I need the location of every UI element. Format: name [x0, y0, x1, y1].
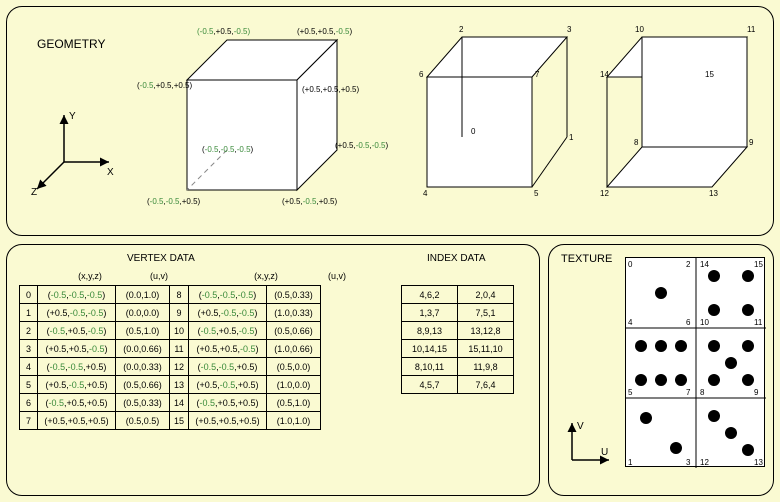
mid-v5: 5: [534, 189, 538, 198]
r-v15: 15: [705, 70, 714, 79]
r-v12: 12: [600, 189, 609, 198]
unfold-left-svg: [407, 22, 587, 222]
mid-v7: 7: [535, 70, 539, 79]
dice-corner-label: 9: [754, 388, 758, 397]
vertex-row: 6(-0.5,+0.5,+0.5)(0.5,0.33)14(-0.5,+0.5,…: [20, 394, 321, 412]
texture-panel: TEXTURE U V: [548, 244, 774, 496]
r-v11: 11: [747, 25, 755, 34]
vertex-row: 5(+0.5,-0.5,+0.5)(0.5,0.66)13(+0.5,-0.5,…: [20, 376, 321, 394]
index-table: 4,6,22,0,41,3,77,5,18,9,1313,12,810,14,1…: [401, 285, 514, 394]
vertex-row: 4(-0.5,-0.5,+0.5)(0.0,0.33)12(-0.5,-0.5,…: [20, 358, 321, 376]
vertex-row: 2(-0.5,+0.5,-0.5)(0.5,1.0)10(-0.5,+0.5,-…: [20, 322, 321, 340]
data-panel: VERTEX DATA INDEX DATA (x,y,z) (u,v) (x,…: [6, 244, 540, 496]
vertex-row: 3(+0.5,+0.5,-0.5)(0.0,0.66)11(+0.5,+0.5,…: [20, 340, 321, 358]
index-row: 10,14,1515,11,10: [402, 340, 514, 358]
unfold-right-svg: [587, 22, 767, 222]
vertex-row: 7(+0.5,+0.5,+0.5)(0.5,0.5)15(+0.5,+0.5,+…: [20, 412, 321, 430]
colh-xyz2: (x,y,z): [241, 271, 291, 281]
dice-corner-label: 5: [628, 388, 632, 397]
index-row: 1,3,77,5,1: [402, 304, 514, 322]
vertex-data-title: VERTEX DATA: [127, 253, 195, 264]
axis-v: V: [577, 421, 584, 432]
mid-v6: 6: [419, 70, 423, 79]
axis-u: U: [601, 447, 608, 458]
geometry-panel: GEOMETRY X Y Z (-0.5,+0.5,-0.5) (+0.5,+0…: [6, 6, 774, 236]
dice-corner-label: 4: [628, 318, 632, 327]
dice-corner-label: 10: [700, 318, 709, 327]
dice-corner-label: 14: [700, 260, 709, 269]
cube-v-front-br: (+0.5,-0.5,+0.5): [282, 197, 337, 206]
uv-gizmo: U V: [557, 415, 617, 475]
cube-svg: [157, 22, 357, 222]
mid-v1: 1: [569, 133, 573, 142]
vertex-row: 0(-0.5,-0.5,-0.5)(0.0,1.0)8(-0.5,-0.5,-0…: [20, 286, 321, 304]
dice-corner-label: 6: [686, 318, 690, 327]
cube-v-back-bl: (-0.5,-0.5,-0.5): [202, 145, 253, 154]
dice-corner-label: 0: [628, 260, 632, 269]
cube-v-back-br: (+0.5,-0.5,-0.5): [335, 141, 388, 150]
index-row: 4,5,77,6,4: [402, 376, 514, 394]
r-v10: 10: [635, 25, 644, 34]
index-data-title: INDEX DATA: [427, 253, 486, 264]
texture-title: TEXTURE: [561, 253, 612, 265]
r-v8: 8: [634, 138, 638, 147]
cube-v-back-tl: (-0.5,+0.5,-0.5): [197, 27, 250, 36]
dice-corner-label: 13: [754, 458, 763, 467]
mid-v3: 3: [567, 25, 571, 34]
geometry-title: GEOMETRY: [37, 37, 105, 51]
cube-v-front-tl: (-0.5,+0.5,+0.5): [137, 81, 192, 90]
cube-v-front-bl: (-0.5,-0.5,+0.5): [147, 197, 200, 206]
index-row: 8,9,1313,12,8: [402, 322, 514, 340]
dice-corner-label: 8: [700, 388, 704, 397]
mid-v0: 0: [471, 127, 475, 136]
dice-corner-label: 2: [686, 260, 690, 269]
cube-v-back-tr: (+0.5,+0.5,-0.5): [297, 27, 352, 36]
dice-corner-label: 11: [754, 318, 762, 327]
dice-corner-label: 12: [700, 458, 709, 467]
index-row: 4,6,22,0,4: [402, 286, 514, 304]
vertex-table: 0(-0.5,-0.5,-0.5)(0.0,1.0)8(-0.5,-0.5,-0…: [19, 285, 321, 430]
colh-uv2: (u,v): [317, 271, 357, 281]
axis-z: Z: [31, 187, 37, 197]
axis-x: X: [107, 167, 114, 178]
dice-corner-label: 7: [686, 388, 690, 397]
dice-corner-label: 1: [628, 458, 632, 467]
r-v13: 13: [709, 189, 718, 198]
colh-uv1: (u,v): [139, 271, 179, 281]
dice-svg: [626, 258, 766, 468]
index-row: 8,10,1111,9,8: [402, 358, 514, 376]
mid-v2: 2: [459, 25, 463, 34]
vertex-row: 1(+0.5,-0.5,-0.5)(0.0,0.0)9(+0.5,-0.5,-0…: [20, 304, 321, 322]
mid-v4: 4: [423, 189, 427, 198]
colh-xyz1: (x,y,z): [65, 271, 115, 281]
axis-gizmo: X Y Z: [29, 107, 119, 197]
cube-v-front-tr: (+0.5,+0.5,+0.5): [302, 85, 359, 94]
r-v9: 9: [749, 138, 753, 147]
dice-corner-label: 3: [686, 458, 690, 467]
dice-corner-label: 15: [754, 260, 763, 269]
axis-y: Y: [69, 111, 76, 122]
dice-grid: 0214154610115789131213: [625, 257, 765, 467]
r-v14: 14: [600, 70, 609, 79]
